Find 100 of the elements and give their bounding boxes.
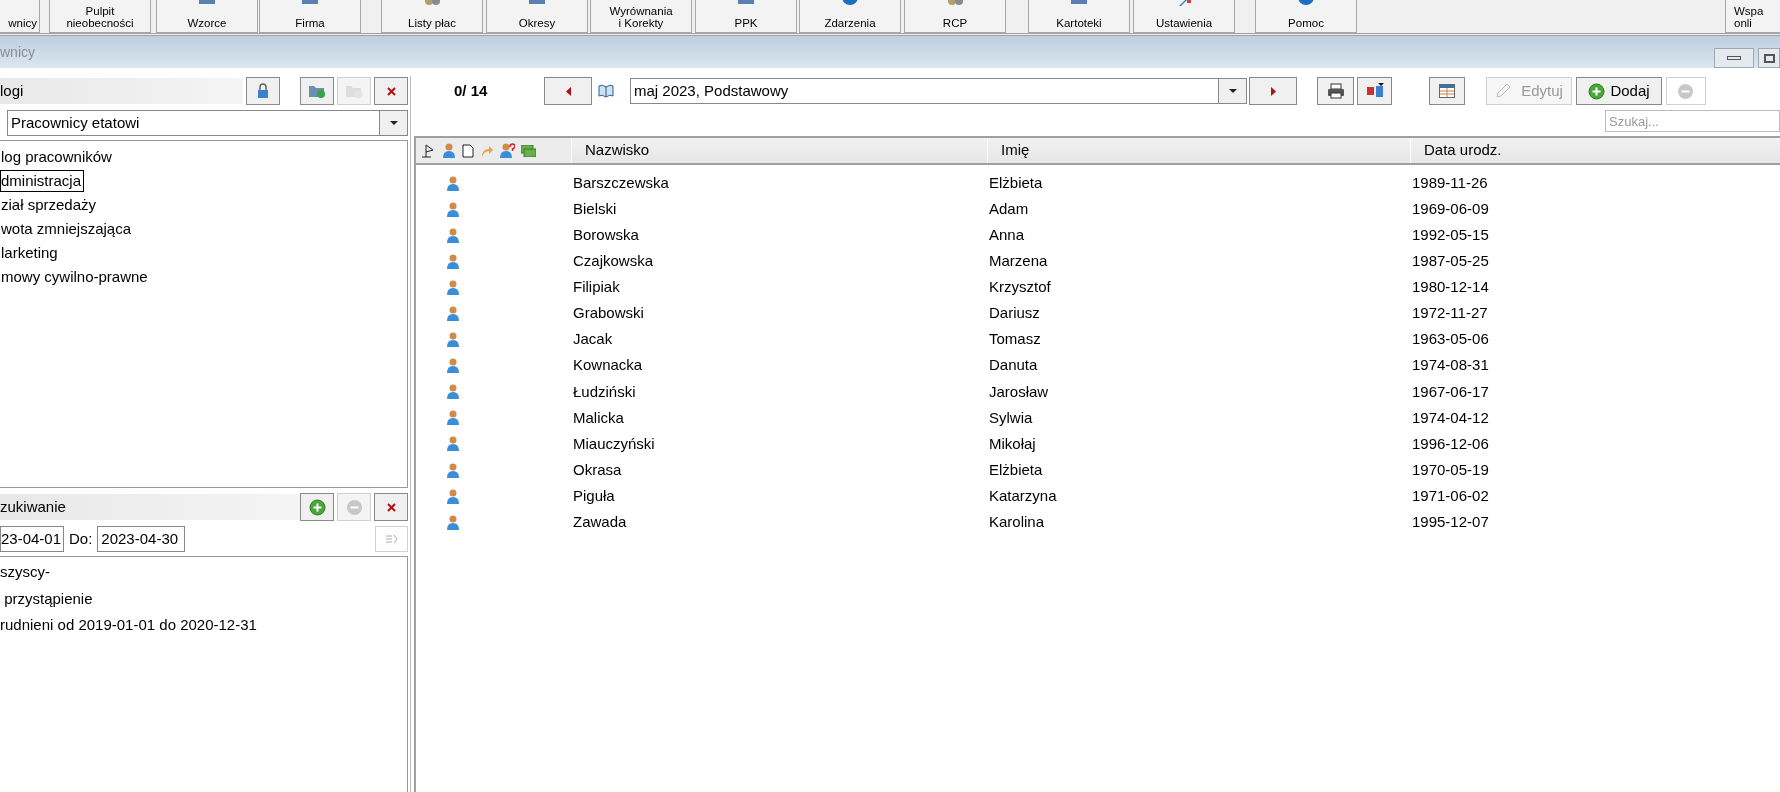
person-icon — [446, 436, 460, 452]
toolbar-button[interactable]: Kartoteki — [1028, 0, 1130, 33]
table-cell: Barszczewska — [573, 173, 669, 191]
table-cell: 1974-08-31 — [1412, 356, 1489, 374]
person-icon — [446, 462, 460, 478]
close-button[interactable] — [374, 493, 408, 521]
table-cell: Grabowski — [573, 304, 644, 322]
table-cell: 1967-06-17 — [1412, 382, 1489, 400]
folder-add-button[interactable] — [300, 77, 334, 105]
table-cell: Łudziński — [573, 382, 636, 400]
lock-button[interactable] — [246, 77, 280, 105]
column-header[interactable]: Nazwisko — [571, 138, 987, 163]
toolbar-button[interactable]: PPK — [695, 0, 797, 33]
minus-icon — [1677, 82, 1694, 100]
tree-item[interactable]: wota zmniejszająca — [0, 218, 135, 240]
table-cell: Adam — [989, 199, 1029, 217]
person-question-icon — [500, 143, 515, 158]
toolbar-button[interactable]: Wzorce — [156, 0, 258, 33]
tree-item[interactable]: dministracja — [0, 170, 85, 192]
panel-header: zukiwanie — [0, 494, 300, 520]
tree-item[interactable]: mowy cywilno-prawne — [0, 266, 151, 288]
minimize-button[interactable] — [1714, 48, 1754, 68]
table-cell: Danuta — [989, 356, 1038, 374]
filter-item[interactable]: rudnieni od 2019-01-01 do 2020-12-31 — [0, 614, 257, 637]
search-field[interactable]: Szukaj... — [1605, 110, 1780, 132]
table-cell: Borowska — [573, 226, 639, 243]
export-icon — [1365, 83, 1384, 99]
close-button[interactable] — [374, 77, 408, 105]
tree-item[interactable]: ział sprzedaży — [0, 194, 100, 216]
table-cell: 1971-06-02 — [1412, 486, 1489, 504]
table-cell: 1989-11-26 — [1412, 173, 1488, 191]
table-cell: Malicka — [573, 408, 624, 426]
person-icon — [446, 201, 460, 217]
export-button[interactable] — [1357, 77, 1392, 105]
table-cell: 1996-12-06 — [1412, 434, 1489, 452]
list-arrow-icon — [385, 534, 398, 544]
table-cell: Sylwia — [989, 408, 1033, 426]
right-arrow-icon — [1270, 86, 1276, 96]
caret-icon — [389, 121, 398, 125]
add-button[interactable]: Dodaj — [1576, 77, 1662, 105]
tree-item[interactable]: log pracowników — [0, 146, 115, 168]
toolbar-button[interactable]: RCP — [904, 0, 1006, 33]
lock-icon — [257, 83, 269, 99]
toolbar-button[interactable]: Okresy — [486, 0, 588, 33]
close-icon — [386, 86, 396, 96]
table-cell: Zawada — [573, 513, 627, 530]
person-icon — [446, 306, 460, 321]
toolbar-button[interactable]: Pomoc — [1255, 0, 1357, 33]
period-dropdown[interactable]: maj 2023, Podstawowy — [630, 78, 1219, 104]
record-counter: 0/ 14 — [454, 80, 489, 101]
person-icon — [442, 143, 456, 158]
date-to-field[interactable]: 2023-04-30 — [97, 526, 186, 552]
person-icon — [446, 253, 460, 269]
table-cell: 1992-05-15 — [1412, 226, 1489, 243]
toolbar-button[interactable]: Wspa onli — [1725, 0, 1780, 33]
table-cell: 1987-05-25 — [1412, 252, 1489, 270]
filter-item[interactable]: szyscy- — [0, 561, 50, 584]
columns-button[interactable] — [1429, 77, 1465, 105]
restore-button[interactable] — [1758, 48, 1780, 68]
table-cell: 1969-06-09 — [1412, 199, 1489, 217]
table-cell: Okrasa — [573, 460, 622, 478]
print-button[interactable] — [1317, 77, 1354, 105]
column-header[interactable]: Data urodz. — [1410, 138, 1780, 163]
table-cell: Katarzyna — [989, 486, 1057, 504]
person-icon — [446, 227, 460, 243]
panel-header: logi — [0, 78, 243, 104]
column-header[interactable]: Imię — [987, 138, 1410, 163]
previous-button[interactable] — [544, 77, 592, 105]
window-title: wnicy — [0, 42, 35, 62]
table-cell: 1972-11-27 — [1412, 304, 1488, 322]
table-cell: Mikołaj — [989, 434, 1036, 452]
toolbar-button[interactable]: wnicy — [0, 0, 40, 33]
table-cell: 1980-12-14 — [1412, 278, 1489, 296]
toolbar-button[interactable]: Listy płac — [381, 0, 483, 33]
toolbar-button[interactable]: Firma — [259, 0, 361, 33]
person-icon — [446, 332, 460, 348]
dropdown-button[interactable] — [380, 110, 408, 136]
add-button[interactable] — [300, 493, 334, 521]
catalog-dropdown[interactable]: Pracownicy etatowi — [7, 110, 380, 136]
table-cell: Jarosław — [989, 382, 1049, 400]
person-icon — [446, 514, 460, 530]
toolbar-button[interactable]: Wyrównania i Korekty — [590, 0, 692, 33]
left-arrow-icon — [565, 86, 571, 96]
book-icon — [598, 84, 614, 98]
toolbar-button[interactable]: Ustawienia — [1133, 0, 1235, 33]
table-cell: Piguła — [573, 486, 615, 504]
close-icon — [386, 502, 396, 512]
filter-item[interactable]: przystąpienie — [0, 587, 93, 610]
table-cell: Karolina — [989, 513, 1045, 530]
tree-item[interactable]: larketing — [0, 242, 61, 264]
next-button[interactable] — [1249, 77, 1297, 105]
dropdown-button[interactable] — [1219, 78, 1247, 104]
table-cell: Miauczyński — [573, 434, 655, 452]
arrow-icon — [480, 143, 494, 158]
table-cell: Jacak — [573, 330, 613, 348]
person-icon — [446, 175, 460, 191]
toolbar-button[interactable]: Zdarzenia — [799, 0, 901, 33]
date-to-label: Do: — [69, 528, 93, 549]
date-from-field[interactable]: 23-04-01 — [0, 526, 64, 552]
toolbar-button[interactable]: Pulpit nieobecności — [49, 0, 151, 33]
